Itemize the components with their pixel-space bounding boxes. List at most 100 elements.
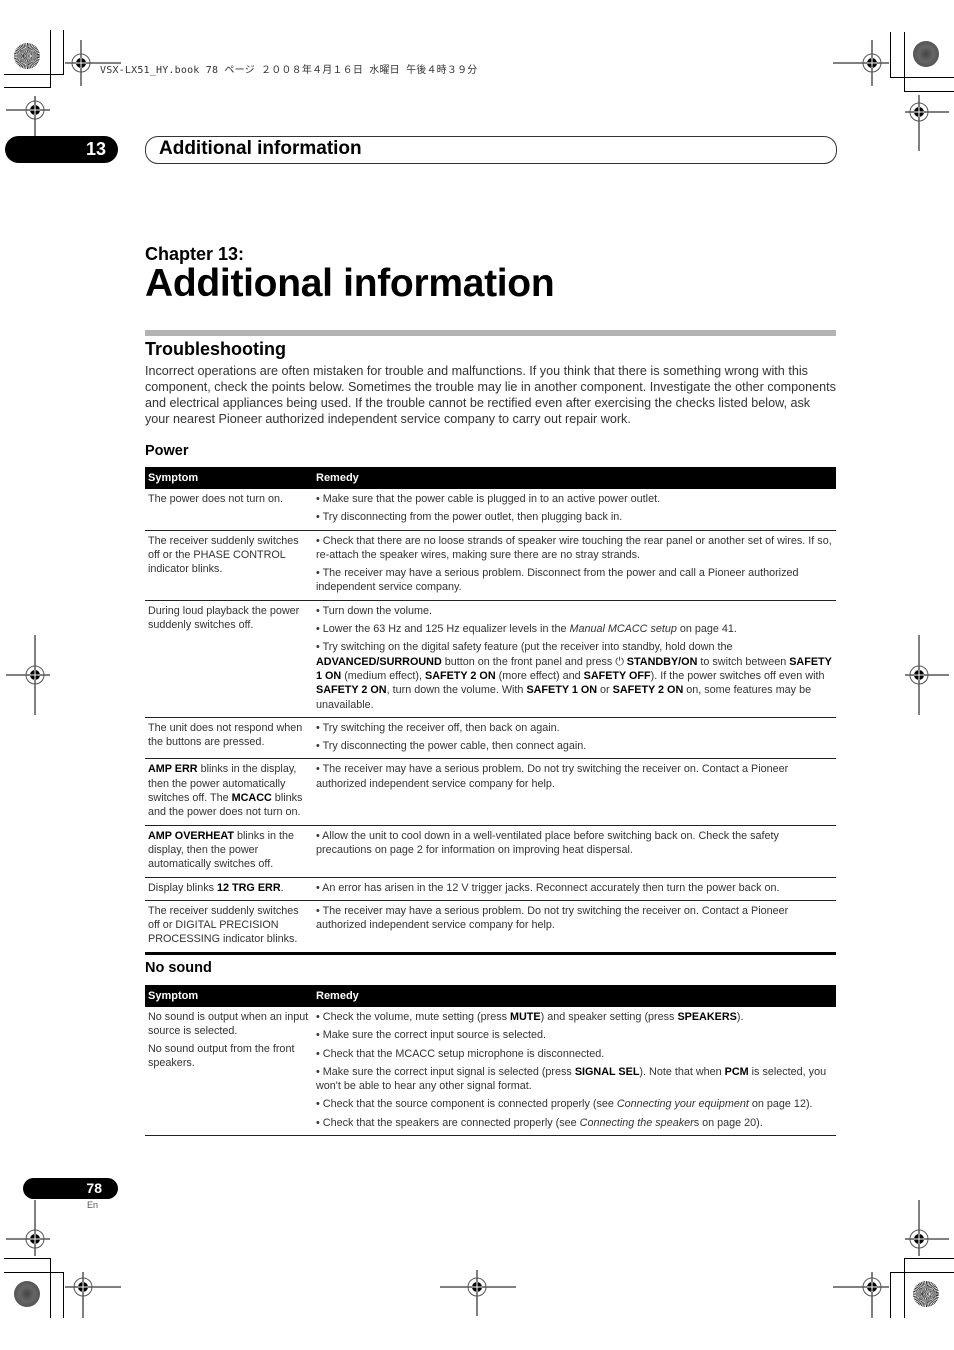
symptom-text: AMP ERR blinks in the display, then the … — [148, 763, 303, 819]
section-divider — [145, 330, 836, 336]
table-row: The power does not turn on. • Make sure t… — [145, 489, 836, 531]
crop-line — [4, 1258, 51, 1259]
remedy-item: • Lower the 63 Hz and 125 Hz equalizer l… — [316, 623, 737, 636]
remedy-item: • The receiver may have a serious proble… — [316, 904, 789, 932]
chapter-title: Additional information — [145, 262, 555, 305]
symptom-cell: The receiver suddenly switches off or DI… — [145, 900, 313, 955]
crop-line — [890, 1272, 891, 1318]
symptom-text: No sound is output when an input source … — [148, 1011, 309, 1038]
remedy-item: • Check the volume, mute setting (press … — [316, 1011, 744, 1023]
remedy-item: • The receiver may have a serious proble… — [316, 567, 799, 594]
remedy-cell: • An error has arisen in the 12 V trigge… — [313, 877, 836, 901]
symptom-cell: The power does not turn on. — [145, 489, 313, 531]
running-header-label: Additional information — [159, 138, 362, 159]
symptom-text: During loud playback the power suddenly … — [148, 604, 300, 632]
remedy-cell: • Turn down the volume. • Lower the 63 Hz… — [313, 600, 836, 718]
crop-line — [890, 32, 891, 77]
crosshair-icon — [833, 40, 889, 86]
section-title-troubleshooting: Troubleshooting — [145, 339, 286, 359]
remedy-item: • Try disconnecting from the power outle… — [316, 511, 623, 524]
table-row: No sound is output when an input source … — [145, 1007, 836, 1137]
crosshair-icon — [440, 1270, 516, 1316]
remedy-cell: • Try switching the receiver off, then b… — [313, 717, 836, 760]
crosshair-icon — [6, 96, 50, 138]
running-header: Additional information — [145, 136, 837, 164]
column-header-remedy: Remedy — [313, 985, 836, 1007]
crosshair-icon — [65, 1272, 121, 1318]
chapter-number: 13 — [85, 139, 106, 159]
crop-line — [4, 1272, 64, 1273]
table-row: Display blinks 12 TRG ERR. • An error has… — [145, 877, 836, 901]
file-meta-line: VSX-LX51_HY.book 78 ページ ２００８年４月１６日 水曜日 午… — [100, 65, 478, 76]
remedy-cell: • The receiver may have a serious proble… — [313, 758, 836, 826]
column-header-remedy: Remedy — [313, 467, 836, 489]
remedy-cell: • The receiver may have a serious proble… — [313, 900, 836, 955]
remedy-item: • Check that the MCACC setup microphone … — [316, 1047, 605, 1060]
table-row: AMP OVERHEAT blinks in the display, then… — [145, 825, 836, 878]
symptom-text: The power does not turn on. — [148, 493, 284, 505]
crop-line — [890, 77, 954, 78]
table-header-row: Symptom Remedy — [145, 985, 836, 1007]
remedy-item: • Make sure that the power cable is plug… — [316, 493, 661, 505]
symptom-text: AMP OVERHEAT blinks in the display, then… — [148, 829, 295, 871]
remedy-item: • Check that the speakers are connected … — [316, 1116, 763, 1129]
remedy-item: • Try switching the receiver off, then b… — [316, 721, 560, 734]
symptom-cell: No sound is output when an input source … — [145, 1007, 313, 1137]
crop-line — [904, 32, 905, 91]
crosshair-icon — [905, 95, 949, 151]
registration-disc-bottom-right — [913, 1281, 939, 1307]
table-row: The unit does not respond when the butto… — [145, 717, 836, 760]
symptom-cell: The unit does not respond when the butto… — [145, 717, 313, 760]
chapter-number-tab: 13 — [5, 136, 118, 163]
crop-line — [904, 91, 954, 92]
remedy-cell: • Allow the unit to cool down in a well-… — [313, 825, 836, 878]
subsection-title-power: Power — [145, 443, 189, 459]
crop-line — [63, 1272, 64, 1318]
remedy-item: • Turn down the volume. — [316, 604, 433, 617]
remedy-item: • Allow the unit to cool down in a well-… — [316, 829, 779, 856]
crosshair-icon — [6, 1200, 50, 1256]
column-header-symptom: Symptom — [145, 985, 313, 1007]
subsection-title-no-sound: No sound — [145, 960, 212, 976]
symptom-text: No sound output from the front speakers. — [148, 1042, 295, 1069]
crosshair-icon — [6, 635, 50, 715]
symptom-cell: AMP OVERHEAT blinks in the display, then… — [145, 825, 313, 878]
power-table: Symptom Remedy The power does not turn o… — [145, 467, 836, 955]
registration-disc-top-right — [913, 41, 939, 67]
crop-line — [50, 1258, 51, 1318]
table-row: The receiver suddenly switches off or DI… — [145, 900, 836, 955]
remedy-cell: • Check the volume, mute setting (press … — [313, 1007, 836, 1137]
remedy-item: • The receiver may have a serious proble… — [316, 763, 789, 790]
symptom-cell: AMP ERR blinks in the display, then the … — [145, 758, 313, 826]
column-header-symptom: Symptom — [145, 467, 313, 489]
language-code: En — [87, 1200, 99, 1210]
symptom-cell: Display blinks 12 TRG ERR. — [145, 877, 313, 901]
intro-paragraph: Incorrect operations are often mistaken … — [145, 364, 836, 426]
table-row: AMP ERR blinks in the display, then the … — [145, 758, 836, 826]
symptom-text: Display blinks 12 TRG ERR. — [148, 881, 284, 894]
crop-line — [63, 30, 64, 74]
crop-line — [904, 1258, 954, 1259]
crosshair-icon — [905, 1200, 949, 1256]
registration-disc-bottom-left — [14, 1281, 40, 1307]
symptom-text: The receiver suddenly switches off or th… — [148, 534, 299, 576]
remedy-cell: • Check that there are no loose strands … — [313, 530, 836, 601]
remedy-item: • Check that there are no loose strands … — [316, 534, 832, 561]
page-number-tab: 78 — [23, 1178, 118, 1199]
remedy-item: • Try switching on the digital safety fe… — [316, 641, 832, 711]
remedy-item: • Check that the source component is con… — [316, 1098, 813, 1111]
crosshair-icon — [905, 635, 949, 715]
crop-line — [890, 1272, 954, 1273]
remedy-cell: • Make sure that the power cable is plug… — [313, 489, 836, 531]
remedy-item: • Try disconnecting the power cable, the… — [316, 740, 587, 753]
no-sound-table: Symptom Remedy No sound is output when a… — [145, 985, 836, 1137]
table-row: During loud playback the power suddenly … — [145, 600, 836, 718]
symptom-cell: During loud playback the power suddenly … — [145, 600, 313, 718]
registration-disc-top-left — [14, 43, 40, 69]
crop-line — [904, 1258, 905, 1318]
crop-line — [50, 30, 51, 87]
symptom-cell: The receiver suddenly switches off or th… — [145, 530, 313, 601]
table-row: The receiver suddenly switches off or th… — [145, 530, 836, 601]
remedy-item: • An error has arisen in the 12 V trigge… — [316, 881, 780, 894]
symptom-text: The receiver suddenly switches off or DI… — [148, 904, 299, 946]
